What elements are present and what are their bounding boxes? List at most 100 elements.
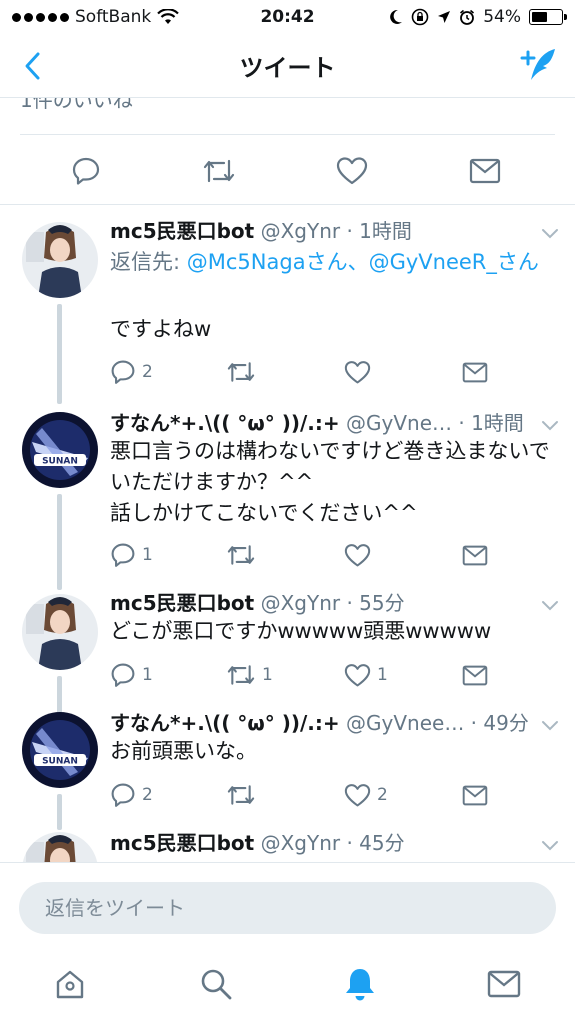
envelope-icon: [462, 665, 488, 686]
location-arrow-icon: [438, 11, 451, 23]
envelope-icon: [487, 970, 521, 998]
tweet-header: mc5民悪口bot @XgYnr · 45分: [110, 828, 531, 858]
chevron-down-icon[interactable]: [539, 594, 561, 616]
tweet-text: お前頭悪いな。: [110, 739, 257, 763]
tab-bar: [0, 946, 575, 1024]
heart-icon: [344, 663, 371, 688]
like-button[interactable]: [335, 154, 369, 188]
avatar-image-girl: [22, 222, 98, 298]
display-name[interactable]: mc5民悪口bot: [110, 831, 254, 855]
battery-percent: 54%: [483, 7, 521, 27]
tweet-item[interactable]: SUNAN すなん*+.\(( °ω° ))/.:+ @GyVne… · 1時間…: [0, 408, 575, 590]
display-name[interactable]: すなん*+.\(( °ω° ))/.:+: [110, 711, 340, 735]
avatar[interactable]: SUNAN: [22, 412, 98, 488]
envelope-icon: [462, 362, 488, 383]
reply-mentions[interactable]: @Mc5Nagaさん、@GyVneeR_さん: [187, 250, 539, 274]
tab-messages[interactable]: [484, 964, 524, 1004]
reply-button[interactable]: 1: [110, 660, 153, 690]
retweet-icon: [226, 782, 256, 808]
envelope-icon: [469, 158, 501, 184]
retweet-button[interactable]: [202, 154, 236, 188]
heart-icon: [344, 360, 371, 385]
reply-icon: [110, 662, 136, 688]
reply-prefix: 返信先:: [110, 250, 187, 274]
avatar[interactable]: [22, 222, 98, 298]
compose-tweet-button[interactable]: [517, 44, 561, 88]
display-name[interactable]: すなん*+.\(( °ω° ))/.:+: [110, 411, 340, 435]
avatar-image-girl: [22, 832, 98, 862]
heart-icon: [344, 783, 371, 808]
battery-level: [532, 12, 548, 22]
svg-text:SUNAN: SUNAN: [42, 757, 78, 767]
likes-count-text[interactable]: 1件のいいね: [20, 98, 133, 113]
reply-count: 1: [142, 545, 153, 565]
retweet-icon: [226, 359, 256, 385]
tweet-thread: 1件のいいね mc5民悪口bot @XgYnr · 1時間 返信先: @Mc5N…: [0, 98, 575, 862]
display-name[interactable]: mc5民悪口bot: [110, 591, 254, 615]
chevron-down-icon[interactable]: [539, 414, 561, 436]
reply-icon: [110, 782, 136, 808]
main-tweet-actions: [0, 148, 575, 192]
retweet-button[interactable]: 1: [226, 660, 273, 690]
tweet-item[interactable]: mc5民悪口bot @XgYnr · 45分: [0, 828, 575, 862]
battery-icon: [529, 9, 567, 25]
rotation-lock-icon: [411, 8, 429, 26]
tweet-text: 悪口言うのは構わないですけど巻き込まないでいただけますか？^^ 話しかけてこない…: [110, 439, 550, 525]
heart-icon: [344, 543, 371, 568]
avatar-image-emblem: SUNAN: [22, 412, 98, 488]
reply-icon: [110, 359, 136, 385]
like-button[interactable]: 2: [344, 780, 388, 810]
reply-button[interactable]: [69, 154, 103, 188]
reply-button[interactable]: 1: [110, 540, 153, 570]
reply-context: 返信先: @Mc5Nagaさん、@GyVneeR_さん: [110, 247, 553, 277]
avatar[interactable]: [22, 832, 98, 862]
tweet-actions: 2: [110, 357, 530, 387]
share-dm-button[interactable]: [462, 540, 488, 570]
envelope-icon: [462, 545, 488, 566]
signal-strength-icon: [12, 12, 69, 22]
chevron-down-icon[interactable]: [539, 222, 561, 244]
reply-count: 1: [142, 665, 153, 685]
tweet-item[interactable]: SUNAN すなん*+.\(( °ω° ))/.:+ @GyVnee… · 49…: [0, 708, 575, 830]
share-dm-button[interactable]: [468, 154, 502, 188]
reply-button[interactable]: 2: [110, 357, 153, 387]
share-dm-button[interactable]: [462, 660, 488, 690]
retweet-icon: [226, 662, 256, 688]
retweet-button[interactable]: [226, 357, 262, 387]
envelope-icon: [462, 785, 488, 806]
avatar[interactable]: [22, 594, 98, 670]
tab-notifications[interactable]: [340, 964, 380, 1004]
share-dm-button[interactable]: [462, 357, 488, 387]
tweet-item[interactable]: mc5民悪口bot @XgYnr · 55分 どこが悪口ですかwwwww頭悪ww…: [0, 588, 575, 714]
reply-button[interactable]: 2: [110, 780, 153, 810]
tab-search[interactable]: [196, 964, 236, 1004]
heart-icon: [336, 157, 368, 185]
status-bar: SoftBank 20:42 54%: [0, 0, 575, 34]
reply-tweet-input[interactable]: [19, 882, 556, 934]
retweet-button[interactable]: [226, 780, 262, 810]
tab-home[interactable]: [50, 964, 90, 1004]
tweet-header: すなん*+.\(( °ω° ))/.:+ @GyVne… · 1時間: [110, 408, 531, 438]
compose-quill-icon: [520, 49, 555, 80]
avatar[interactable]: SUNAN: [22, 712, 98, 788]
avatar-image-girl: [22, 594, 98, 670]
chevron-down-icon[interactable]: [539, 834, 561, 856]
thread-connector-line: [57, 304, 62, 404]
reply-icon: [110, 542, 136, 568]
retweet-icon: [203, 159, 235, 183]
display-name[interactable]: mc5民悪口bot: [110, 219, 254, 243]
alarm-icon: [460, 9, 475, 25]
retweet-button[interactable]: [226, 540, 262, 570]
share-dm-button[interactable]: [462, 780, 488, 810]
chevron-down-icon[interactable]: [539, 714, 561, 736]
tweet-actions: 1 1 1: [110, 660, 530, 690]
thread-connector-line: [57, 794, 62, 830]
bell-icon: [346, 969, 374, 1001]
like-button[interactable]: [344, 357, 377, 387]
back-button[interactable]: [14, 48, 50, 84]
like-button[interactable]: [344, 540, 377, 570]
tweet-item[interactable]: mc5民悪口bot @XgYnr · 1時間 返信先: @Mc5Nagaさん、@…: [0, 216, 575, 404]
like-button[interactable]: 1: [344, 660, 388, 690]
navigation-bar: ツイート: [0, 34, 575, 98]
tweet-header: mc5民悪口bot @XgYnr · 55分: [110, 588, 531, 618]
